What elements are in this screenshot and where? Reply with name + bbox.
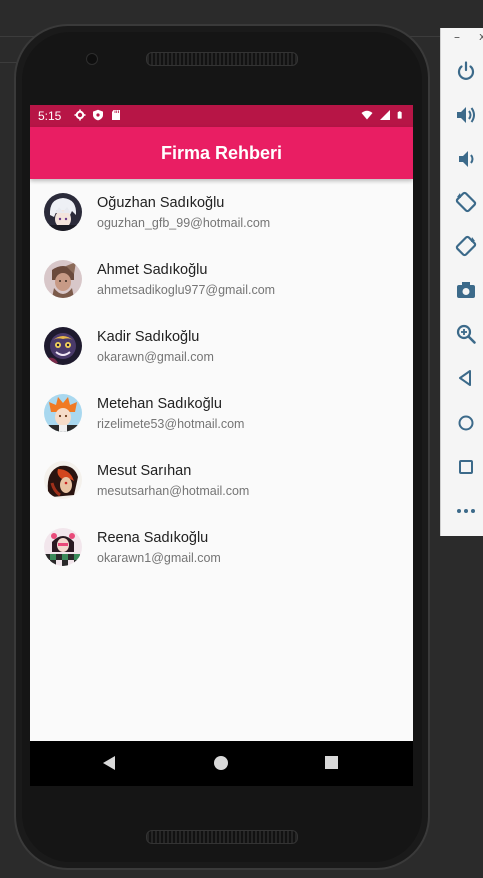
rotate-left-icon[interactable] [455,191,477,213]
volume-down-icon[interactable] [455,148,477,170]
avatar-brown-character-icon [44,260,82,298]
contact-email: okarawn1@gmail.com [97,551,221,565]
bottom-speaker [146,830,298,844]
contact-list: Oğuzhan Sadıkoğlu oguzhan_gfb_99@hotmail… [30,179,413,581]
signal-icon [380,110,390,120]
minimize-button[interactable]: – [454,30,460,44]
avatar [44,260,82,298]
overview-icon[interactable] [455,456,477,478]
contact-name: Reena Sadıkoğlu [97,530,209,546]
camera-icon[interactable] [455,279,477,301]
contact-name: Kadir Sadıkoğlu [97,329,200,345]
contact-name: Metehan Sadıkoğlu [97,396,222,412]
list-item[interactable]: Mesut Sarıhan mesutsarhan@hotmail.com [30,447,413,514]
contact-name: Mesut Sarıhan [97,463,192,479]
navigation-bar [30,741,413,786]
contact-email: rizelimete53@hotmail.com [97,417,245,431]
status-notification-icons [74,109,122,121]
back-icon[interactable] [455,367,477,389]
status-time: 5:15 [38,109,62,123]
avatar [44,394,82,432]
contact-email: ahmetsadikoglu977@gmail.com [97,283,276,297]
volume-up-icon[interactable] [455,104,477,126]
home-icon[interactable] [214,756,228,770]
sd-card-icon [112,110,120,120]
phone-screen: 5:15 Firma Rehberi Oğuzhan Sadıkoğlu ogu… [30,105,413,786]
settings-icon [74,109,86,121]
page-title: Firma Rehberi [160,142,283,163]
power-icon[interactable] [455,60,477,82]
home-icon[interactable] [455,412,477,434]
zoom-icon[interactable] [455,323,477,345]
contact-email: oguzhan_gfb_99@hotmail.com [97,216,271,230]
avatar-dark-purple-icon [44,327,82,365]
avatar [44,461,82,499]
contact-name: Oğuzhan Sadıkoğlu [97,195,225,211]
avatar [44,528,82,566]
rotate-right-icon[interactable] [455,235,477,257]
app-bar: Firma Rehberi [30,127,413,179]
avatar [44,327,82,365]
avatar [44,193,82,231]
avatar-white-hair-icon [44,193,82,231]
front-camera [86,53,98,65]
list-item[interactable]: Oğuzhan Sadıkoğlu oguzhan_gfb_99@hotmail… [30,179,413,246]
status-bar: 5:15 [30,105,413,127]
list-item[interactable]: Kadir Sadıkoğlu okarawn@gmail.com [30,313,413,380]
back-icon[interactable] [102,755,116,771]
avatar-orange-hair-icon [44,394,82,432]
avatar-red-dark-icon [44,461,82,499]
emulator-toolbar: – x [440,28,483,536]
list-item[interactable]: Ahmet Sadıkoğlu ahmetsadikoglu977@gmail.… [30,246,413,313]
recents-icon[interactable] [325,756,338,769]
top-speaker [146,52,298,66]
list-item[interactable]: Metehan Sadıkoğlu rizelimete53@hotmail.c… [30,380,413,447]
battery-icon [397,111,402,119]
list-item[interactable]: Reena Sadıkoğlu okarawn1@gmail.com [30,514,413,581]
more-icon[interactable] [455,500,477,522]
contact-name: Ahmet Sadıkoğlu [97,262,208,278]
wifi-icon [361,110,373,120]
status-system-icons [361,109,405,121]
contact-email: okarawn@gmail.com [97,350,214,364]
contact-email: mesutsarhan@hotmail.com [97,484,250,498]
toolbar-window-controls: – x [441,28,483,48]
avatar-pink-checker-icon [44,528,82,566]
shield-icon [93,109,103,121]
close-button[interactable]: x [479,30,483,43]
